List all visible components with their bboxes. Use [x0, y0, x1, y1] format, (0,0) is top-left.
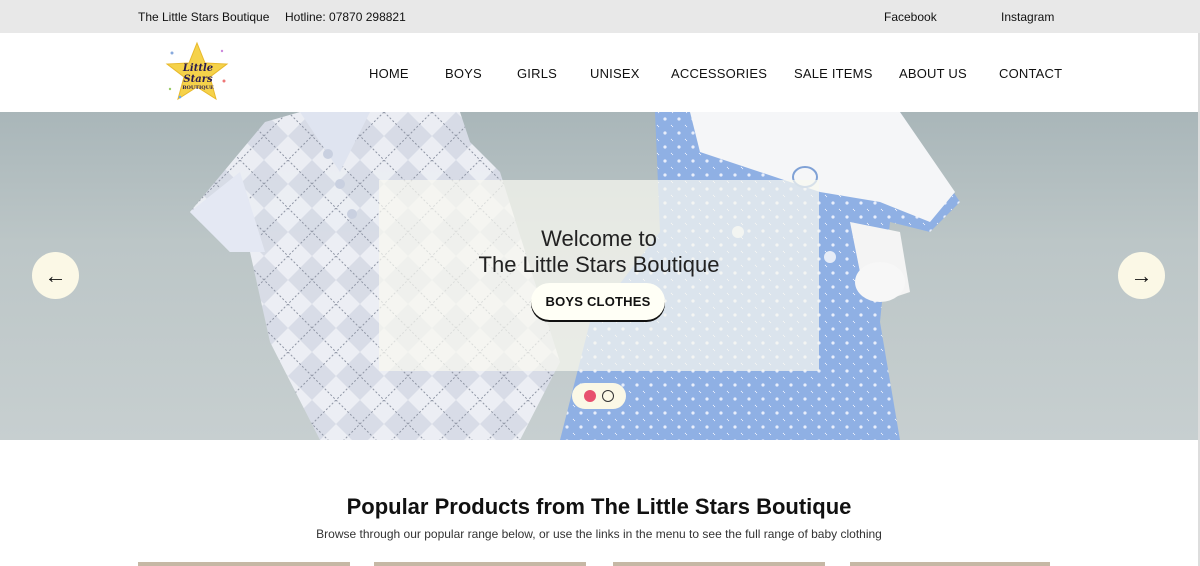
nav-item-home[interactable]: HOME	[369, 66, 409, 81]
slider-dot-2[interactable]	[602, 390, 614, 402]
product-card-2[interactable]	[374, 562, 586, 566]
nav-item-accessories[interactable]: ACCESSORIES	[671, 66, 767, 81]
hero-heading-line-2: The Little Stars Boutique	[478, 252, 720, 277]
popular-products-heading: Popular Products from The Little Stars B…	[346, 494, 852, 519]
boys-clothes-button[interactable]: BOYS CLOTHES	[531, 283, 665, 320]
product-card-3[interactable]	[613, 562, 825, 566]
slider-prev-button[interactable]: ←	[32, 252, 79, 299]
nav-item-unisex[interactable]: UNISEX	[590, 66, 640, 81]
slider-next-button[interactable]: →	[1118, 252, 1165, 299]
topbar-brand: The Little Stars Boutique	[138, 10, 270, 24]
slider-pagination	[572, 383, 626, 409]
nav-item-boys[interactable]: BOYS	[445, 66, 482, 81]
page: The Little Stars Boutique Hotline: 07870…	[0, 0, 1200, 566]
popular-products-subtitle: Browse through our popular range below, …	[316, 527, 882, 541]
arrow-left-icon: ←	[44, 262, 67, 288]
main-nav: HOME BOYS GIRLS UNISEX ACCESSORIES SALE …	[0, 66, 1200, 82]
arrow-right-icon: →	[1130, 262, 1153, 288]
nav-item-about-us[interactable]: ABOUT US	[899, 66, 967, 81]
site-header: Little Stars BOUTIQUE HOME BOYS GIRLS UN…	[0, 33, 1200, 112]
facebook-link[interactable]: Facebook	[884, 10, 937, 24]
hero-heading-line-1: Welcome to	[541, 226, 657, 251]
nav-item-sale-items[interactable]: SALE ITEMS	[794, 66, 873, 81]
nav-item-girls[interactable]: GIRLS	[517, 66, 557, 81]
top-bar: The Little Stars Boutique Hotline: 07870…	[0, 0, 1200, 33]
hero-slider: Welcome to The Little Stars Boutique BOY…	[0, 112, 1198, 440]
instagram-link[interactable]: Instagram	[1001, 10, 1054, 24]
product-card-4[interactable]	[850, 562, 1050, 566]
product-card-1[interactable]	[138, 562, 350, 566]
slider-dot-1[interactable]	[584, 390, 596, 402]
nav-item-contact[interactable]: CONTACT	[999, 66, 1062, 81]
logo-line-2: BOUTIQUE	[182, 85, 214, 91]
topbar-hotline[interactable]: Hotline: 07870 298821	[285, 10, 406, 24]
